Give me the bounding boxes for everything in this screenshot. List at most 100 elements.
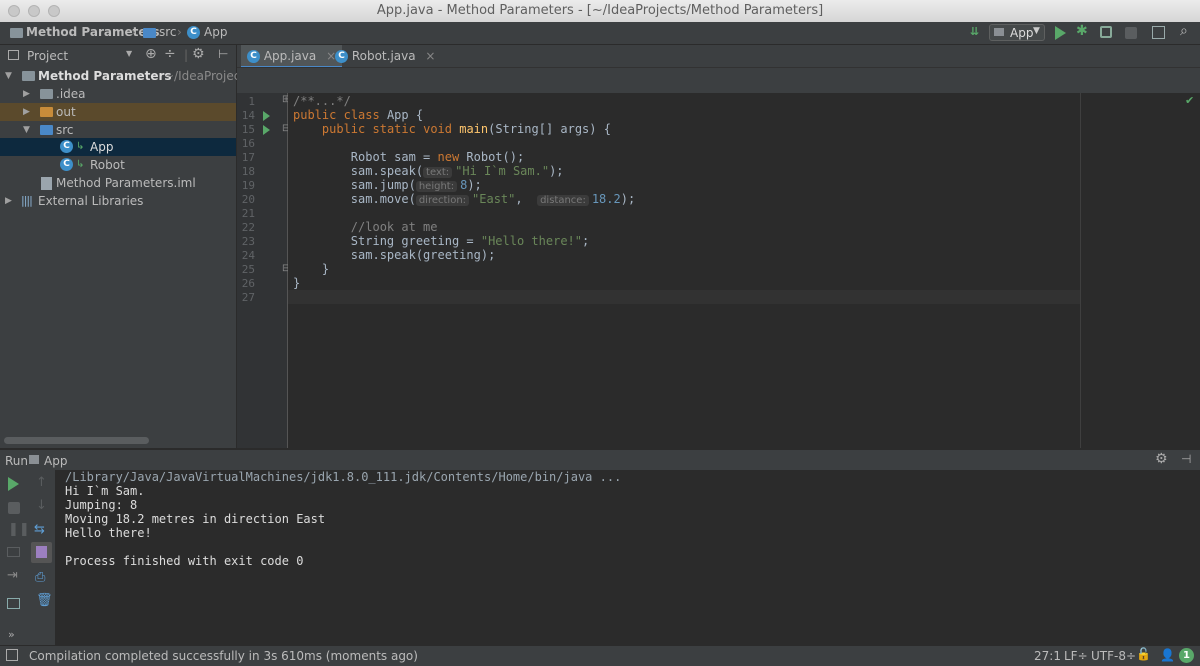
run-toolbar-primary: ❚❚ ⇥ » [0, 470, 30, 645]
code-line: /**...*/ [293, 94, 351, 108]
dump-threads-icon[interactable] [7, 547, 20, 557]
hide-panel-icon[interactable]: ⊢ [218, 47, 228, 61]
run-tab-label[interactable]: App [44, 454, 67, 468]
toggle-tool-windows-icon[interactable] [6, 649, 18, 661]
project-view-label[interactable]: Project [27, 49, 68, 63]
code-line: //look at me [350, 220, 438, 234]
hide-panel-icon[interactable]: ⊣ [1181, 452, 1191, 466]
tab-robot-java[interactable]: C Robot.java × [329, 45, 441, 67]
editor-gutter: 1 14 15 16 17 18 19 20 21 22 23 24 25 26… [237, 93, 290, 448]
layout-icon[interactable] [7, 598, 20, 609]
folder-icon [40, 89, 53, 99]
title-bar: App.java - Method Parameters - [~/IdeaPr… [0, 0, 1200, 23]
tree-item-label: src [56, 123, 74, 137]
run-panel-label: Run [5, 454, 29, 468]
gear-icon[interactable]: ⚙ [1155, 451, 1168, 467]
project-panel-header: Project ▼ ⊕ ÷ | ⚙ ⊢ [0, 45, 236, 67]
more-icon[interactable]: » [8, 628, 15, 641]
library-icon: |||| [21, 194, 33, 207]
collapsed-arrow-icon[interactable]: ▶ [5, 192, 12, 210]
up-arrow-icon[interactable]: ↑ [36, 475, 47, 490]
run-toolbar-secondary: ↑ ↓ ⇆ ⎙ 🗑 [28, 470, 56, 645]
coverage-icon[interactable] [1100, 26, 1112, 38]
gear-icon[interactable]: ⚙ [192, 46, 205, 62]
horizontal-scrollbar[interactable] [4, 437, 149, 444]
tree-item-app[interactable]: C ↳ App [0, 138, 236, 156]
tree-item-robot[interactable]: C ↳ Robot [0, 156, 236, 174]
stop-icon[interactable] [1125, 27, 1137, 39]
line-number: 22 [241, 221, 255, 234]
line-separator[interactable]: LF÷ [1064, 649, 1088, 663]
caret-position[interactable]: 27:1 [1034, 649, 1061, 663]
expanded-arrow-icon[interactable]: ▼ [5, 67, 12, 85]
code-editor[interactable]: ✔ /**...*/ public class App { public sta… [288, 93, 1200, 448]
soft-wrap-icon[interactable]: ⇆ [34, 522, 45, 537]
tree-item-idea[interactable]: ▶ .idea [0, 85, 236, 103]
run-gutter-icon[interactable] [263, 111, 270, 121]
line-number: 23 [241, 235, 255, 248]
console-line: Hi I`m Sam. [65, 484, 145, 498]
expanded-arrow-icon[interactable]: ▼ [23, 121, 30, 139]
caret-row-highlight [288, 290, 1080, 304]
breadcrumb-app[interactable]: App [204, 25, 227, 39]
inspector-icon[interactable]: 👤 [1160, 648, 1175, 662]
console-line: Jumping: 8 [65, 498, 138, 512]
tab-app-java[interactable]: C App.java × [241, 45, 343, 69]
locate-icon[interactable]: ⊕ [145, 46, 157, 62]
run-configuration-select[interactable]: App ▼ [989, 24, 1045, 41]
tree-item-iml[interactable]: Method Parameters.iml [0, 174, 236, 192]
project-structure-icon[interactable] [1152, 26, 1165, 39]
print-icon[interactable]: ⎙ [35, 570, 45, 585]
close-icon[interactable]: × [425, 49, 435, 63]
editor-breadcrumb-bar [237, 67, 1200, 94]
folder-icon [40, 107, 53, 117]
console-output[interactable]: /Library/Java/JavaVirtualMachines/jdk1.8… [56, 470, 1200, 645]
build-icon[interactable]: ⇊ [970, 25, 979, 38]
line-number: 25 [241, 263, 255, 276]
project-tree: ▼ Method Parameters ~/IdeaProjec ▶ .idea… [0, 66, 240, 448]
stop-icon[interactable] [8, 502, 20, 514]
scroll-to-end-icon [36, 546, 47, 558]
run-icon[interactable] [1055, 26, 1066, 40]
tree-item-label: Method Parameters.iml [56, 176, 196, 190]
tree-item-label: out [56, 105, 76, 119]
line-number: 16 [241, 137, 255, 150]
debug-icon[interactable]: ✱ [1076, 23, 1088, 39]
status-message[interactable]: Compilation completed successfully in 3s… [29, 649, 418, 663]
collapsed-arrow-icon[interactable]: ▶ [23, 103, 30, 121]
exit-icon[interactable]: ⇥ [7, 568, 18, 583]
breadcrumb-src[interactable]: src [159, 25, 177, 39]
window-title: App.java - Method Parameters - [~/IdeaPr… [376, 3, 824, 18]
chevron-down-icon[interactable]: ▼ [126, 49, 132, 58]
pause-icon[interactable]: ❚❚ [8, 522, 30, 537]
down-arrow-icon[interactable]: ↓ [36, 498, 47, 513]
search-icon[interactable]: ⌕ [1180, 23, 1188, 39]
tree-item-path: ~/IdeaProjec [164, 69, 241, 83]
console-line: Moving 18.2 metres in direction East [65, 512, 326, 526]
tree-item-external-libraries[interactable]: ▶ |||| External Libraries [0, 192, 236, 210]
scroll-to-end-toggle[interactable] [31, 542, 52, 563]
collapsed-arrow-icon[interactable]: ▶ [23, 85, 30, 103]
line-number: 19 [241, 179, 255, 192]
code-line: } [293, 276, 301, 290]
lock-icon[interactable]: 🔓 [1136, 647, 1151, 661]
run-gutter-icon[interactable] [263, 125, 270, 135]
event-log-badge[interactable]: 1 [1179, 648, 1194, 663]
tree-item-out[interactable]: ▶ out [0, 103, 236, 121]
file-encoding[interactable]: UTF-8÷ [1091, 649, 1136, 663]
module-file-icon [41, 177, 52, 190]
tree-item-label: Method Parameters [38, 69, 172, 83]
console-line: /Library/Java/JavaVirtualMachines/jdk1.8… [65, 470, 622, 484]
code-line: public class App { [293, 108, 424, 122]
tree-item-src[interactable]: ▼ src [0, 121, 236, 139]
code-line: } [321, 262, 330, 276]
collapse-icon[interactable]: ÷ [164, 46, 176, 62]
tree-item-project-root[interactable]: ▼ Method Parameters ~/IdeaProjec [0, 67, 240, 85]
trash-icon[interactable]: 🗑 [36, 593, 53, 608]
src-folder-icon [143, 28, 156, 38]
config-icon [29, 455, 39, 464]
breadcrumb-project[interactable]: Method Parameters [26, 25, 160, 39]
breadcrumb-separator: › [177, 25, 182, 39]
rerun-icon[interactable] [8, 477, 19, 491]
class-icon: C [247, 50, 260, 63]
